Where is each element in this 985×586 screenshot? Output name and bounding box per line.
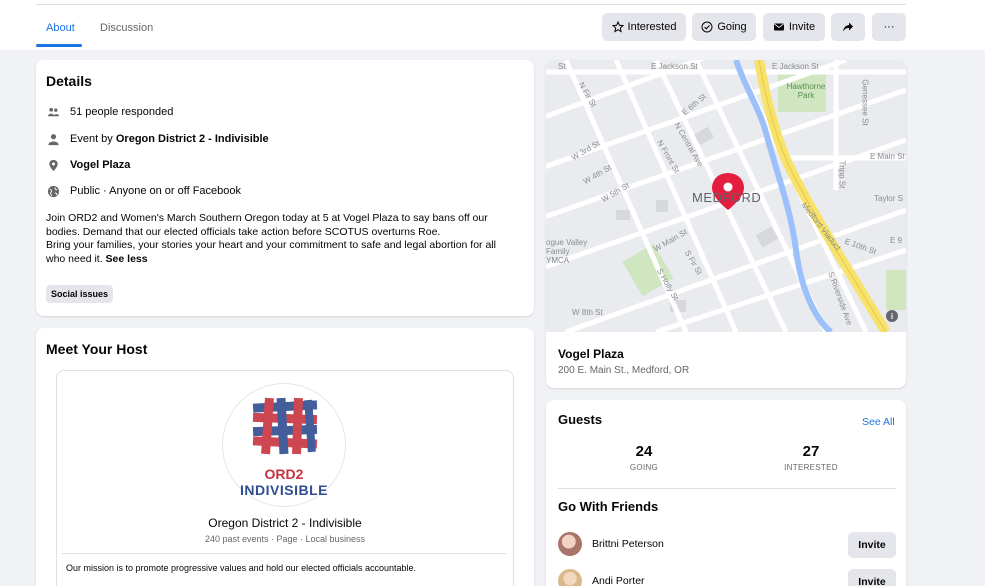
privacy-row: Public · Anyone on or off Facebook	[46, 184, 241, 198]
event-by-prefix: Event by	[70, 133, 116, 145]
responded-row: 51 people responded	[46, 105, 173, 119]
description-line: who need it.	[46, 252, 103, 265]
divider	[36, 4, 906, 5]
event-description: Join ORD2 and Women's March Southern Ore…	[46, 212, 530, 266]
tab-about[interactable]: About	[46, 22, 75, 34]
interested-label: INTERESTED	[784, 463, 838, 472]
location-row: Vogel Plaza	[46, 158, 130, 172]
map-location-name[interactable]: Vogel Plaza	[558, 347, 624, 361]
going-button[interactable]: Going	[692, 13, 756, 41]
invite-friend-button[interactable]: Invite	[848, 532, 896, 558]
map-label: W 5th St	[599, 180, 631, 205]
map-label: S Riverside Ave	[826, 270, 855, 327]
map-label: ogue Valley Family YMCA	[546, 238, 588, 265]
interested-count[interactable]: 27	[771, 443, 851, 460]
see-less-link[interactable]: See less	[106, 253, 148, 265]
see-all-link[interactable]: See All	[862, 416, 895, 428]
category-tag[interactable]: Social issues	[46, 285, 114, 303]
description-line: Join ORD2 and Women's March Southern Ore…	[46, 212, 488, 224]
avatar[interactable]	[558, 532, 582, 556]
map-label: W 3rd St	[569, 138, 602, 163]
event-by-row: Event by Oregon District 2 - Indivisible	[46, 132, 269, 146]
invite-button[interactable]: Invite	[763, 13, 825, 41]
map-label: Tripp St	[837, 160, 847, 189]
active-tab-indicator	[36, 44, 82, 47]
map-label: W Main St	[652, 227, 689, 254]
going-label: GOING	[629, 463, 659, 472]
friend-row[interactable]: Brittni Peterson	[558, 532, 664, 556]
friend-row[interactable]: Andi Porter	[558, 569, 645, 586]
logo-text-ord2: ORD2	[264, 466, 304, 482]
going-label: Going	[717, 21, 747, 33]
share-button[interactable]	[831, 13, 865, 41]
map-label: Taylor S	[874, 194, 903, 203]
event-by-host-link[interactable]: Oregon District 2 - Indivisible	[116, 133, 269, 145]
going-count[interactable]: 24	[604, 443, 684, 460]
details-title: Details	[46, 73, 92, 89]
tab-discussion[interactable]: Discussion	[100, 22, 153, 34]
host-meta: 240 past events · Page · Local business	[204, 534, 366, 544]
guests-card	[546, 400, 906, 586]
friend-name[interactable]: Brittni Peterson	[592, 538, 664, 550]
people-icon	[46, 105, 60, 119]
guests-title: Guests	[558, 412, 603, 427]
divider	[62, 553, 506, 554]
location-link[interactable]: Vogel Plaza	[70, 159, 130, 171]
globe-icon	[46, 184, 60, 198]
privacy-text: Public · Anyone on or off Facebook	[70, 185, 242, 197]
invite-friend-button[interactable]: Invite	[848, 569, 896, 586]
person-icon	[46, 132, 60, 146]
map-label: E Jackson St	[772, 62, 819, 71]
top-bar: About Discussion Interested Going Invite…	[0, 0, 985, 50]
check-circle-icon	[701, 21, 713, 33]
logo-text-indivisible: INDIVISIBLE	[240, 482, 328, 498]
envelope-icon	[773, 23, 784, 31]
map-label: E Jackson St	[651, 62, 698, 71]
star-icon	[611, 21, 624, 33]
friend-name[interactable]: Andi Porter	[592, 575, 645, 586]
map-label: N Fir St	[576, 80, 599, 109]
description-line: Bring your families, your stories your h…	[46, 239, 496, 251]
share-arrow-icon	[843, 22, 853, 32]
map-label: E 9	[890, 236, 903, 245]
more-icon: ···	[883, 21, 895, 33]
map-label: S Holly St	[654, 267, 681, 302]
map-label: St	[558, 62, 566, 71]
host-section-title: Meet Your Host	[46, 341, 148, 357]
interested-button[interactable]: Interested	[602, 13, 686, 41]
description-line: bodies. Demand that our elected official…	[46, 225, 441, 238]
map-label: Medford Viaduct	[799, 200, 843, 253]
map-label: W 4th St	[581, 162, 613, 187]
interested-label: Interested	[627, 21, 677, 33]
map-label: E Main St	[870, 152, 905, 161]
map-label: Genessee St	[860, 79, 870, 126]
map-label: W 8th St	[572, 308, 603, 317]
map-label: E 6th St	[680, 91, 709, 118]
go-with-friends-title: Go With Friends	[558, 499, 659, 514]
host-name[interactable]: Oregon District 2 - Indivisible	[56, 516, 514, 530]
responded-text: 51 people responded	[70, 106, 174, 118]
map-address: 200 E. Main St., Medford, OR	[558, 365, 690, 376]
map-city-label: MEDFORD	[692, 190, 762, 205]
location-pin-icon	[46, 158, 60, 172]
more-options-button[interactable]: ···	[872, 13, 906, 41]
map-label: S Fir St	[682, 248, 704, 277]
map-label: N Central Ave	[672, 120, 705, 169]
map-labels: St E Jackson St E Jackson St Hawthorne P…	[546, 60, 906, 332]
map-label: Hawthorne Park	[786, 82, 826, 100]
map-label: N Front St	[655, 138, 682, 175]
avatar[interactable]	[558, 569, 582, 586]
map-label: E 10th St	[843, 236, 878, 257]
event-map[interactable]: i St E Jackson St E Jackson St Hawthorne…	[546, 60, 906, 332]
divider	[558, 488, 896, 489]
host-mission: Our mission is to promote progressive va…	[66, 563, 417, 573]
invite-label: Invite	[788, 21, 816, 33]
